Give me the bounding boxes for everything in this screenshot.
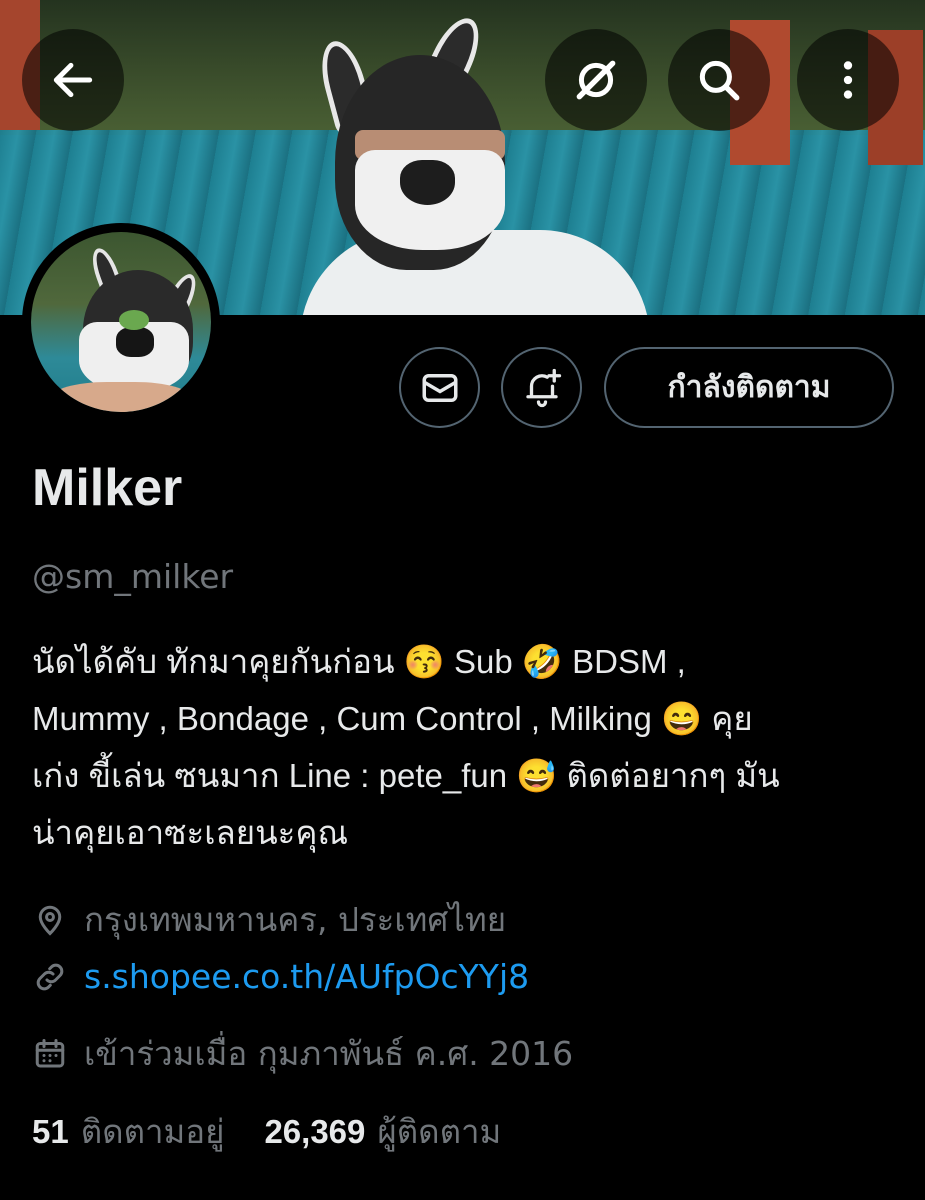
grok-icon xyxy=(576,60,616,100)
profile-handle: @sm_milker xyxy=(32,557,234,596)
following-stat[interactable]: 51 ติดตามอยู่ xyxy=(32,1105,224,1158)
avatar-mask-nose xyxy=(116,327,154,357)
followers-count: 26,369 xyxy=(264,1113,366,1150)
mail-icon xyxy=(422,373,457,402)
back-button[interactable] xyxy=(22,29,124,131)
bio-line: น่าคุยเอาซะเลยนะคุณ xyxy=(32,814,349,851)
following-button-label: กำลังติดตาม xyxy=(667,370,831,405)
more-vertical-icon xyxy=(843,61,853,99)
following-count: 51 xyxy=(32,1113,69,1150)
message-button[interactable] xyxy=(399,347,480,428)
profile-link[interactable]: s.shopee.co.th/AUfpOcYYj8 xyxy=(32,957,529,996)
avatar-hands xyxy=(51,382,191,412)
following-label: ติดตามอยู่ xyxy=(80,1112,225,1151)
grok-button[interactable] xyxy=(545,29,647,131)
search-button[interactable] xyxy=(668,29,770,131)
joined-text: เข้าร่วมเมื่อ กุมภาพันธ์ ค.ศ. 2016 xyxy=(84,1034,574,1073)
bio-line: เก่ง ขี้เล่น ซนมาก Line : pete_fun 😅 ติด… xyxy=(32,757,780,794)
notifications-button[interactable] xyxy=(501,347,582,428)
more-button[interactable] xyxy=(797,29,899,131)
bio-line: Mummy , Bondage , Cum Control , Milking … xyxy=(32,700,753,737)
bio-line: นัดได้คับ ทักมาคุยกันก่อน 😚 Sub 🤣 BDSM , xyxy=(32,643,686,680)
profile-joined: เข้าร่วมเมื่อ กุมภาพันธ์ ค.ศ. 2016 xyxy=(32,1027,573,1080)
calendar-icon xyxy=(35,1038,65,1067)
location-pin-icon xyxy=(38,905,62,936)
followers-label: ผู้ติดตาม xyxy=(377,1112,502,1151)
search-icon xyxy=(699,60,740,101)
arrow-left-icon xyxy=(53,62,93,98)
avatar[interactable] xyxy=(22,223,220,421)
profile-location: กรุงเทพมหานคร, ประเทศไทย xyxy=(32,893,506,946)
following-button[interactable]: กำลังติดตาม xyxy=(604,347,894,428)
followers-stat[interactable]: 26,369 ผู้ติดตาม xyxy=(264,1105,501,1158)
avatar-leaf xyxy=(119,310,149,330)
profile-bio: นัดได้คับ ทักมาคุยกันก่อน 😚 Sub 🤣 BDSM ,… xyxy=(32,633,902,861)
bell-plus-icon xyxy=(525,368,561,407)
profile-stats: 51 ติดตามอยู่ 26,369 ผู้ติดตาม xyxy=(32,1105,541,1158)
link-icon xyxy=(36,963,64,990)
location-text: กรุงเทพมหานคร, ประเทศไทย xyxy=(84,900,507,939)
link-text[interactable]: s.shopee.co.th/AUfpOcYYj8 xyxy=(84,957,529,996)
profile-name: Milker xyxy=(32,459,183,517)
banner-mask-nose xyxy=(400,160,455,205)
avatar-image xyxy=(31,232,211,412)
